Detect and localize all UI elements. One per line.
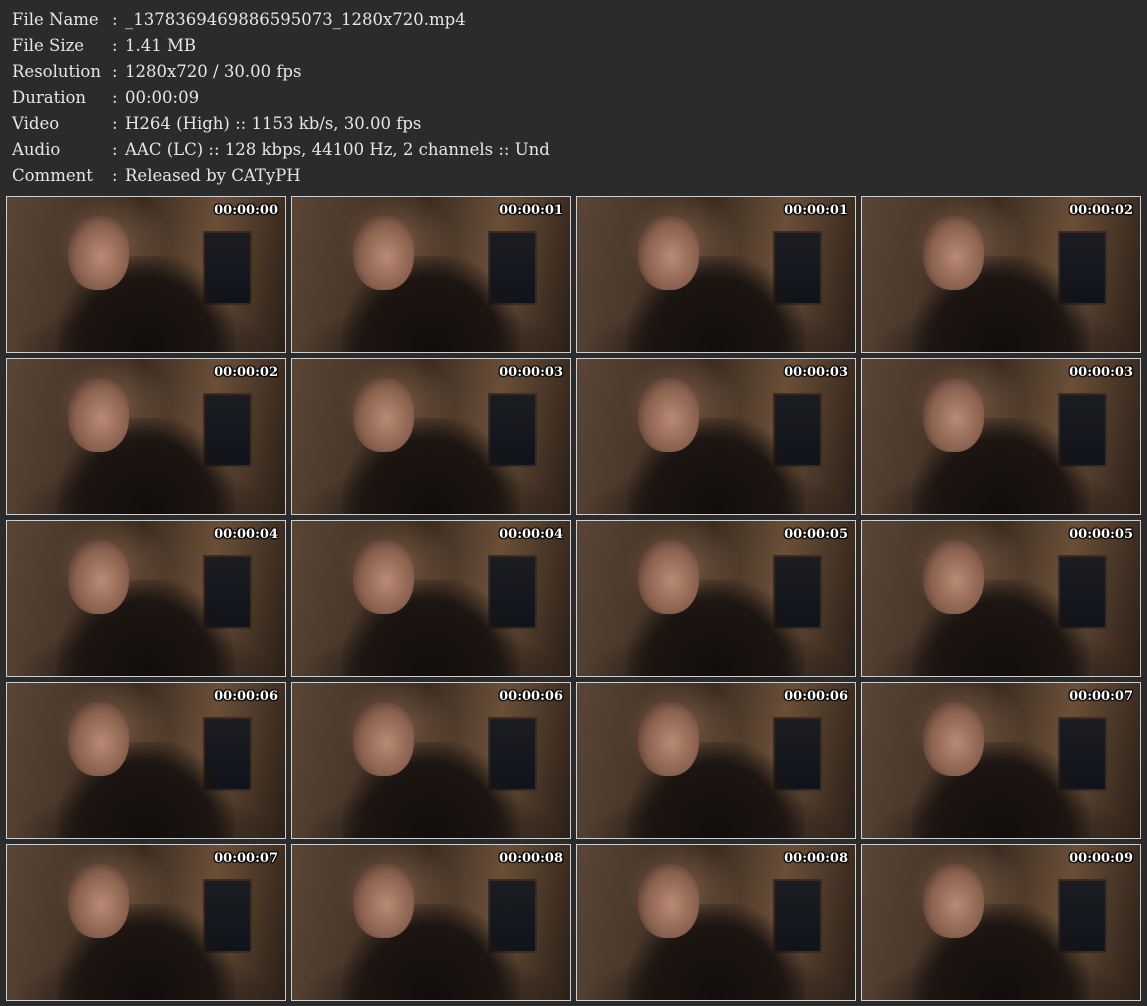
info-separator: : [112, 88, 118, 107]
thumbnail[interactable]: 00:00:01 [291, 196, 571, 353]
timestamp-label: 00:00:07 [1069, 689, 1133, 704]
frame-subject [923, 863, 985, 938]
info-separator: : [112, 36, 118, 55]
frame-subject [68, 215, 130, 290]
timestamp-label: 00:00:03 [784, 365, 848, 380]
timestamp-label: 00:00:03 [1069, 365, 1133, 380]
thumbnail[interactable]: 00:00:08 [291, 844, 571, 1001]
frame-subject [353, 701, 415, 776]
thumbnail[interactable]: 00:00:00 [6, 196, 286, 353]
info-separator: : [112, 62, 118, 81]
thumbnail[interactable]: 00:00:09 [861, 844, 1141, 1001]
timestamp-label: 00:00:08 [499, 851, 563, 866]
info-separator: : [112, 140, 118, 159]
frame-subject [353, 215, 415, 290]
frame-subject [353, 539, 415, 614]
timestamp-label: 00:00:05 [1069, 527, 1133, 542]
frame-subject [353, 863, 415, 938]
frame-subject [923, 377, 985, 452]
thumbnail[interactable]: 00:00:06 [576, 682, 856, 839]
info-row-file-size: File Size : 1.41 MB [12, 33, 550, 59]
thumbnail[interactable]: 00:00:04 [291, 520, 571, 677]
thumbnail[interactable]: 00:00:05 [576, 520, 856, 677]
info-row-duration: Duration : 00:00:09 [12, 85, 550, 111]
info-row-video: Video : H264 (High) :: 1153 kb/s, 30.00 … [12, 111, 550, 137]
thumbnail[interactable]: 00:00:03 [861, 358, 1141, 515]
thumbnail[interactable]: 00:00:08 [576, 844, 856, 1001]
info-key: File Size [12, 36, 85, 55]
thumbnail[interactable]: 00:00:07 [6, 844, 286, 1001]
info-row-resolution: Resolution : 1280x720 / 30.00 fps [12, 59, 550, 85]
timestamp-label: 00:00:04 [499, 527, 563, 542]
timestamp-label: 00:00:00 [214, 203, 278, 218]
info-key: Duration [12, 88, 87, 107]
thumbnail[interactable]: 00:00:06 [6, 682, 286, 839]
frame-subject [923, 215, 985, 290]
frame-subject [638, 215, 700, 290]
info-value: AAC (LC) :: 128 kbps, 44100 Hz, 2 channe… [125, 140, 550, 159]
frame-subject [68, 863, 130, 938]
info-value: 1280x720 / 30.00 fps [125, 62, 302, 81]
timestamp-label: 00:00:01 [784, 203, 848, 218]
thumbnail[interactable]: 00:00:02 [6, 358, 286, 515]
frame-subject [353, 377, 415, 452]
frame-subject [68, 701, 130, 776]
info-row-file-name: File Name : _1378369469886595073_1280x72… [12, 7, 550, 33]
info-value: Released by CATyPH [125, 166, 301, 185]
thumbnail[interactable]: 00:00:07 [861, 682, 1141, 839]
timestamp-label: 00:00:09 [1069, 851, 1133, 866]
thumbnail[interactable]: 00:00:05 [861, 520, 1141, 677]
timestamp-label: 00:00:02 [214, 365, 278, 380]
info-separator: : [112, 10, 118, 29]
timestamp-label: 00:00:03 [499, 365, 563, 380]
info-key: Audio [12, 140, 61, 159]
info-separator: : [112, 166, 118, 185]
frame-subject [68, 377, 130, 452]
info-separator: : [112, 114, 118, 133]
thumbnail[interactable]: 00:00:06 [291, 682, 571, 839]
timestamp-label: 00:00:08 [784, 851, 848, 866]
thumbnail-grid: 00:00:00 00:00:01 00:00:01 00:00:02 00:0… [6, 196, 1144, 1004]
timestamp-label: 00:00:01 [499, 203, 563, 218]
frame-subject [638, 701, 700, 776]
frame-subject [923, 539, 985, 614]
thumbnail[interactable]: 00:00:03 [291, 358, 571, 515]
timestamp-label: 00:00:06 [499, 689, 563, 704]
timestamp-label: 00:00:06 [784, 689, 848, 704]
frame-subject [638, 539, 700, 614]
info-row-comment: Comment : Released by CATyPH [12, 163, 550, 189]
info-value: _1378369469886595073_1280x720.mp4 [125, 10, 466, 29]
thumbnail[interactable]: 00:00:03 [576, 358, 856, 515]
timestamp-label: 00:00:02 [1069, 203, 1133, 218]
thumbnail[interactable]: 00:00:01 [576, 196, 856, 353]
info-value: H264 (High) :: 1153 kb/s, 30.00 fps [125, 114, 422, 133]
thumbnail[interactable]: 00:00:02 [861, 196, 1141, 353]
frame-subject [923, 701, 985, 776]
info-key: File Name [12, 10, 99, 29]
info-value: 1.41 MB [125, 36, 197, 55]
info-key: Resolution [12, 62, 101, 81]
info-row-audio: Audio : AAC (LC) :: 128 kbps, 44100 Hz, … [12, 137, 550, 163]
thumbnail[interactable]: 00:00:04 [6, 520, 286, 677]
timestamp-label: 00:00:05 [784, 527, 848, 542]
info-key: Video [12, 114, 60, 133]
file-info: File Name : _1378369469886595073_1280x72… [12, 7, 550, 189]
frame-subject [638, 377, 700, 452]
timestamp-label: 00:00:04 [214, 527, 278, 542]
info-value: 00:00:09 [125, 88, 200, 107]
frame-subject [68, 539, 130, 614]
info-key: Comment [12, 166, 93, 185]
timestamp-label: 00:00:07 [214, 851, 278, 866]
frame-subject [638, 863, 700, 938]
timestamp-label: 00:00:06 [214, 689, 278, 704]
